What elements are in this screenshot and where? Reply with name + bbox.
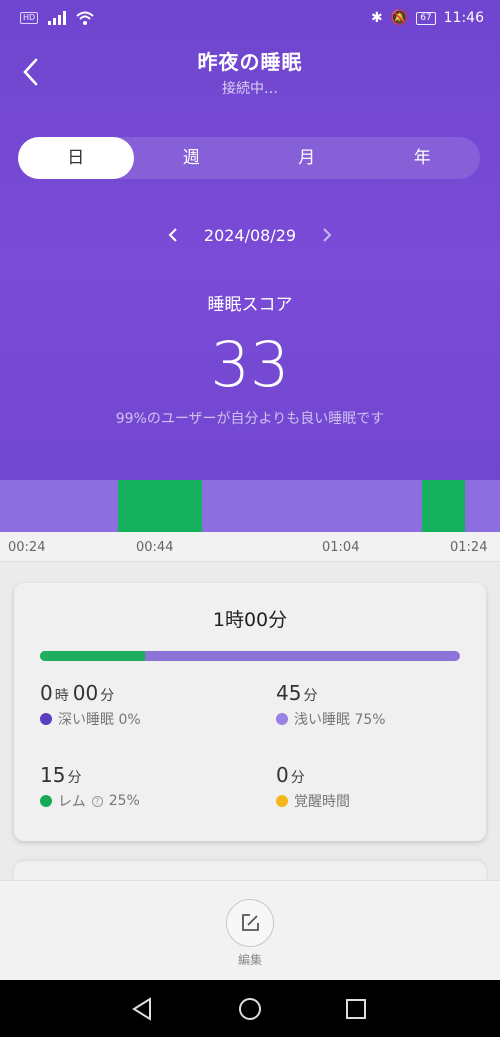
battery-indicator: 67 [416,11,436,25]
chevron-right-icon [323,228,332,242]
rem-dot [40,795,52,807]
deep-sleep-dot [40,713,52,725]
nav-back-button[interactable] [128,994,158,1024]
rem-percent: 25% [108,793,140,809]
date-navigator: 2024/08/29 [0,222,500,248]
status-bar: HD ✱ 🔕 67 11:46 [0,0,500,38]
nav-home-button[interactable] [235,994,265,1024]
hours-unit: 時 [54,688,69,704]
deep-sleep-label: 深い睡眠 0% [58,712,141,728]
tick-label: 00:44 [136,540,174,555]
awake-dot [276,795,288,807]
tab-week[interactable]: 週 [134,137,250,179]
score-label: 睡眠スコア [207,295,293,315]
sleep-stage-bar [40,651,460,661]
total-sleep-duration: 1時00分 [212,609,288,631]
tick-label: 01:24 [450,540,488,555]
minutes-unit: 分 [290,770,305,786]
rem-segment [422,480,465,532]
awake-stat: 0分 覚醒時間 [276,763,350,811]
rem-portion-bar [40,651,145,661]
current-date: 2024/08/29 [203,225,297,245]
light-sleep-stat: 45 分 浅い睡眠 75% [276,681,386,729]
edit-label: 編集 [237,953,262,967]
rem-segment [118,480,202,532]
wifi-icon [76,11,94,25]
light-sleep-dot [276,713,288,725]
system-nav-bar [0,980,500,1037]
mute-icon: 🔕 [390,10,409,26]
header-area: HD ✱ 🔕 67 11:46 昨夜の睡眠 接続中… 日 週 月 年 2024/… [0,0,500,480]
square-recents-icon [346,999,366,1019]
deep-hours: 0 [40,681,53,705]
signal-icon [48,11,67,25]
rem-label: レム [58,794,86,810]
bluetooth-icon: ✱ [371,10,383,26]
light-minutes: 45 [276,681,302,705]
hd-badge: HD [20,12,39,24]
tick-label: 00:24 [8,540,46,555]
score-comparison: 99%のユーザーが自分よりも良い睡眠です [115,411,385,427]
sleep-timeline[interactable] [0,480,500,532]
tab-year[interactable]: 年 [365,137,481,179]
tab-day[interactable]: 日 [18,137,134,179]
awake-minutes: 0 [276,763,289,787]
connection-status: 接続中… [222,81,278,97]
next-date-button[interactable] [318,223,336,247]
light-sleep-label: 浅い睡眠 75% [294,712,386,728]
circle-home-icon [239,998,261,1020]
nav-recents-button[interactable] [341,994,371,1024]
sleep-score: 33 [210,328,290,401]
period-tabs: 日 週 月 年 [18,137,480,179]
chevron-left-icon [168,228,177,242]
bottom-action-bar: 編集 [0,880,500,980]
minutes-unit: 分 [67,770,82,786]
clock: 11:46 [443,10,484,26]
rem-minutes: 15 [40,763,66,787]
deep-sleep-stat: 0 時 00 分 深い睡眠 0% [40,681,141,729]
awake-label: 覚醒時間 [294,794,350,810]
edit-button[interactable] [226,899,274,947]
timeline-axis: 00:24 00:44 01:04 01:24 [0,532,500,562]
sleep-summary-card: 1時00分 0 時 00 分 深い睡眠 0% 45 分 浅い睡眠 75% 15 分 レム?… [14,583,486,841]
triangle-back-icon [132,997,151,1021]
help-icon[interactable]: ? [91,795,103,807]
minutes-unit: 分 [100,688,115,704]
tick-label: 01:04 [322,540,360,555]
deep-minutes: 00 [72,681,99,705]
rem-stat: 15 分 レム? 25% [40,763,140,811]
page-title: 昨夜の睡眠 [197,50,303,74]
tab-month[interactable]: 月 [249,137,365,179]
prev-date-button[interactable] [164,223,182,247]
minutes-unit: 分 [303,688,318,704]
edit-icon [242,914,259,931]
